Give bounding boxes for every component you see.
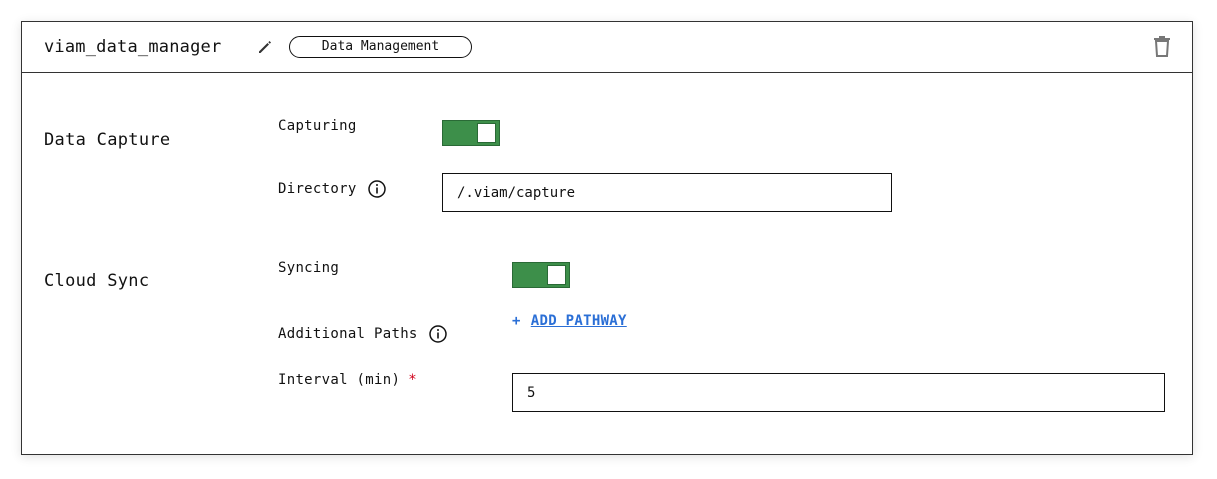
directory-label: Directory xyxy=(278,180,386,198)
cloud-sync-section-title: Cloud Sync xyxy=(44,271,150,291)
service-config-card: viam_data_manager Data Management Data C… xyxy=(21,21,1193,455)
additional-paths-label-text: Additional Paths xyxy=(278,326,418,342)
info-icon[interactable] xyxy=(367,180,386,198)
service-name: viam_data_manager xyxy=(44,37,222,57)
directory-label-text: Directory xyxy=(278,181,357,197)
syncing-label: Syncing xyxy=(278,259,339,277)
card-header: viam_data_manager Data Management xyxy=(22,22,1192,73)
interval-input[interactable] xyxy=(512,373,1165,412)
interval-label-text: Interval (min) xyxy=(278,372,401,388)
additional-paths-label: Additional Paths xyxy=(278,325,447,343)
syncing-label-text: Syncing xyxy=(278,260,340,276)
service-type-badge: Data Management xyxy=(289,36,472,58)
add-pathway-text: ADD PATHWAY xyxy=(530,313,627,329)
data-capture-section-title: Data Capture xyxy=(44,130,171,150)
pencil-icon[interactable] xyxy=(256,38,274,56)
capturing-toggle[interactable] xyxy=(442,120,500,146)
plus-icon: + xyxy=(512,313,521,329)
add-pathway-link[interactable]: + ADD PATHWAY xyxy=(512,312,627,330)
info-icon[interactable] xyxy=(428,325,447,343)
interval-label: Interval (min) * xyxy=(278,371,417,389)
trash-icon[interactable] xyxy=(1151,34,1173,58)
capturing-label-text: Capturing xyxy=(278,118,357,134)
toggle-knob xyxy=(547,265,566,285)
required-indicator: * xyxy=(408,372,417,388)
directory-input[interactable] xyxy=(442,173,892,212)
syncing-toggle[interactable] xyxy=(512,262,570,288)
capturing-label: Capturing xyxy=(278,117,357,135)
toggle-knob xyxy=(477,123,496,143)
